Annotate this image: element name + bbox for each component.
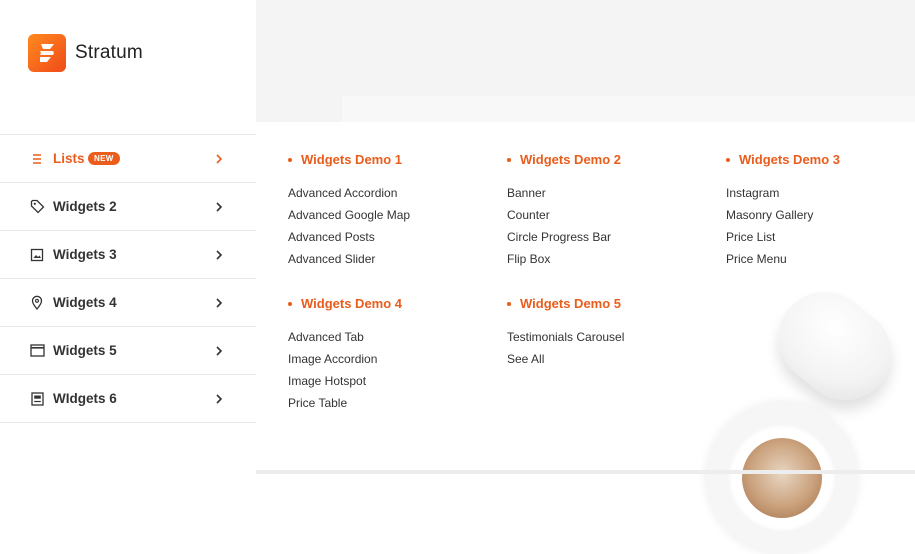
menu-link[interactable]: Image Hotspot bbox=[288, 374, 402, 396]
menu-link[interactable]: Masonry Gallery bbox=[726, 208, 840, 230]
bullet-icon bbox=[507, 157, 511, 162]
column-heading: Widgets Demo 3 bbox=[726, 152, 840, 167]
stratum-logo-icon bbox=[28, 34, 66, 72]
menu-link[interactable]: Counter bbox=[507, 208, 621, 230]
menu-link[interactable]: Instagram bbox=[726, 186, 840, 208]
map-pin-icon bbox=[29, 295, 45, 311]
image-icon bbox=[29, 247, 45, 263]
menu-column-demo-2: Widgets Demo 2 Banner Counter Circle Pro… bbox=[507, 152, 621, 274]
menu-column-demo-1: Widgets Demo 1 Advanced Accordion Advanc… bbox=[288, 152, 410, 274]
menu-link[interactable]: Advanced Tab bbox=[288, 330, 402, 352]
sidebar-item-label: Widgets 5 bbox=[53, 343, 117, 358]
sidebar-item-widgets-4[interactable]: Widgets 4 bbox=[0, 278, 256, 326]
sidebar-item-lists[interactable]: Lists NEW bbox=[0, 134, 256, 182]
sidebar-item-widgets-6[interactable]: WIdgets 6 bbox=[0, 374, 256, 423]
menu-link[interactable]: Circle Progress Bar bbox=[507, 230, 621, 252]
document-icon bbox=[29, 391, 45, 407]
sidebar-item-widgets-2[interactable]: Widgets 2 bbox=[0, 182, 256, 230]
chevron-right-icon bbox=[215, 249, 225, 260]
menu-column-demo-3: Widgets Demo 3 Instagram Masonry Gallery… bbox=[726, 152, 840, 274]
column-heading: Widgets Demo 2 bbox=[507, 152, 621, 167]
sidebar-menu: Lists NEW Widgets 2 Widgets 3 Widgets 4 bbox=[0, 134, 256, 423]
menu-link[interactable]: Advanced Accordion bbox=[288, 186, 410, 208]
menu-link[interactable]: Advanced Google Map bbox=[288, 208, 410, 230]
window-icon bbox=[29, 343, 45, 359]
column-heading: Widgets Demo 5 bbox=[507, 296, 624, 311]
menu-column-demo-4: Widgets Demo 4 Advanced Tab Image Accord… bbox=[288, 296, 402, 418]
menu-link[interactable]: Image Accordion bbox=[288, 352, 402, 374]
sidebar-item-label: Widgets 3 bbox=[53, 247, 117, 262]
menu-link[interactable]: Flip Box bbox=[507, 252, 621, 274]
see-all-link[interactable]: See All bbox=[507, 352, 624, 374]
chevron-right-icon bbox=[215, 393, 225, 404]
sidebar-item-label: Widgets 4 bbox=[53, 295, 117, 310]
sidebar-item-label: Lists bbox=[53, 151, 85, 166]
chevron-right-icon bbox=[215, 153, 225, 164]
chevron-right-icon bbox=[215, 297, 225, 308]
bullet-icon bbox=[288, 157, 292, 162]
new-badge: NEW bbox=[88, 152, 120, 165]
list-icon bbox=[29, 151, 45, 167]
menu-link[interactable]: Advanced Posts bbox=[288, 230, 410, 252]
menu-link[interactable]: Price Menu bbox=[726, 252, 840, 274]
menu-link[interactable]: Price List bbox=[726, 230, 840, 252]
chevron-right-icon bbox=[215, 201, 225, 212]
panel-bottom-edge bbox=[256, 470, 915, 474]
sidebar-item-widgets-5[interactable]: Widgets 5 bbox=[0, 326, 256, 374]
menu-column-demo-5: Widgets Demo 5 Testimonials Carousel See… bbox=[507, 296, 624, 374]
chevron-right-icon bbox=[215, 345, 225, 356]
brand-name: Stratum bbox=[75, 42, 143, 63]
sidebar-item-label: Widgets 2 bbox=[53, 199, 117, 214]
column-heading: Widgets Demo 4 bbox=[288, 296, 402, 311]
menu-link[interactable]: Testimonials Carousel bbox=[507, 330, 624, 352]
sidebar-item-widgets-3[interactable]: Widgets 3 bbox=[0, 230, 256, 278]
sidebar-item-label: WIdgets 6 bbox=[53, 391, 117, 406]
bullet-icon bbox=[507, 301, 511, 306]
bullet-icon bbox=[288, 301, 292, 306]
logo[interactable]: Stratum bbox=[28, 34, 143, 72]
tag-icon bbox=[29, 199, 45, 215]
bullet-icon bbox=[726, 157, 730, 162]
menu-link[interactable]: Price Table bbox=[288, 396, 402, 418]
menu-link[interactable]: Advanced Slider bbox=[288, 252, 410, 274]
column-heading: Widgets Demo 1 bbox=[288, 152, 410, 167]
menu-link[interactable]: Banner bbox=[507, 186, 621, 208]
coffee-cup-image bbox=[706, 402, 858, 554]
